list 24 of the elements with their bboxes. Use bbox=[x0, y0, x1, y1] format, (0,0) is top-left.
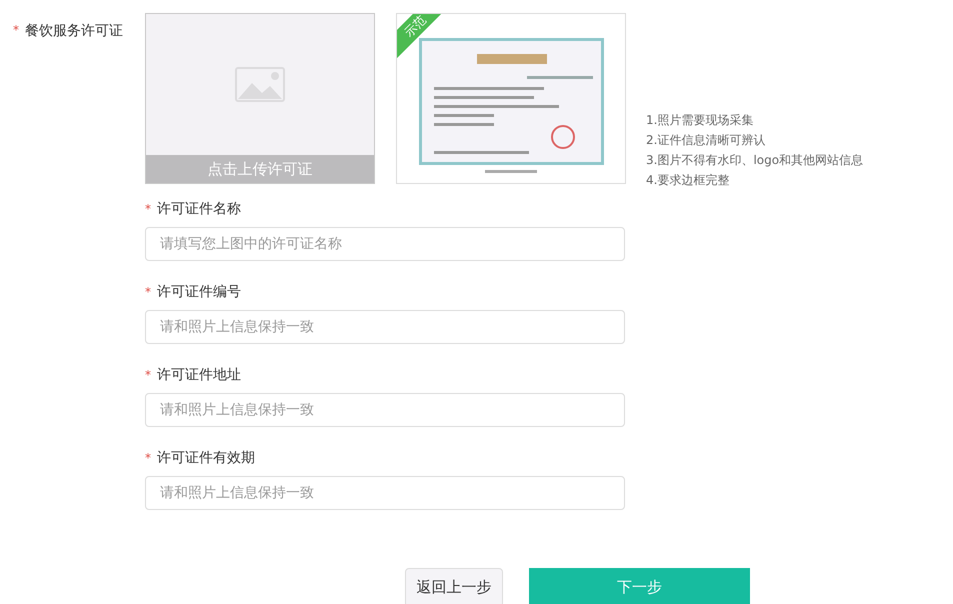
field-label: 许可证件名称 bbox=[157, 200, 241, 218]
required-asterisk: * bbox=[145, 450, 151, 467]
required-asterisk: * bbox=[145, 367, 151, 384]
tip-text: 1.照片需要现场采集 bbox=[646, 112, 754, 129]
required-asterisk: * bbox=[13, 22, 19, 39]
upload-label: 餐饮服务许可证 bbox=[25, 22, 123, 41]
sample-label: 示范 bbox=[402, 14, 428, 39]
input-field[interactable]: 请和照片上信息保持一致 bbox=[145, 310, 625, 344]
upload-caption: 点击上传许可证 bbox=[146, 155, 374, 183]
required-asterisk: * bbox=[145, 284, 151, 301]
image-placeholder-icon bbox=[235, 67, 285, 102]
required-asterisk: * bbox=[145, 201, 151, 218]
input-field[interactable]: 请填写您上图中的许可证名称 bbox=[145, 227, 625, 261]
tip-text: 4.要求边框完整 bbox=[646, 172, 730, 189]
field-label: 许可证件编号 bbox=[157, 282, 241, 302]
next-button[interactable]: 下一步 bbox=[529, 568, 750, 604]
tip-text: 2.证件信息清晰可辨认 bbox=[646, 132, 766, 149]
tip-text: 3.图片不得有水印、logo和其他网站信息 bbox=[646, 152, 864, 169]
input-field[interactable]: 请和照片上信息保持一致 bbox=[145, 393, 625, 427]
back-button[interactable]: 返回上一步 bbox=[405, 568, 503, 604]
input-field[interactable]: 请和照片上信息保持一致 bbox=[145, 476, 625, 510]
field-label: 许可证件地址 bbox=[157, 366, 241, 384]
field-label: 许可证件有效期 bbox=[157, 448, 255, 468]
upload-area[interactable]: 点击上传许可证 bbox=[145, 13, 375, 184]
